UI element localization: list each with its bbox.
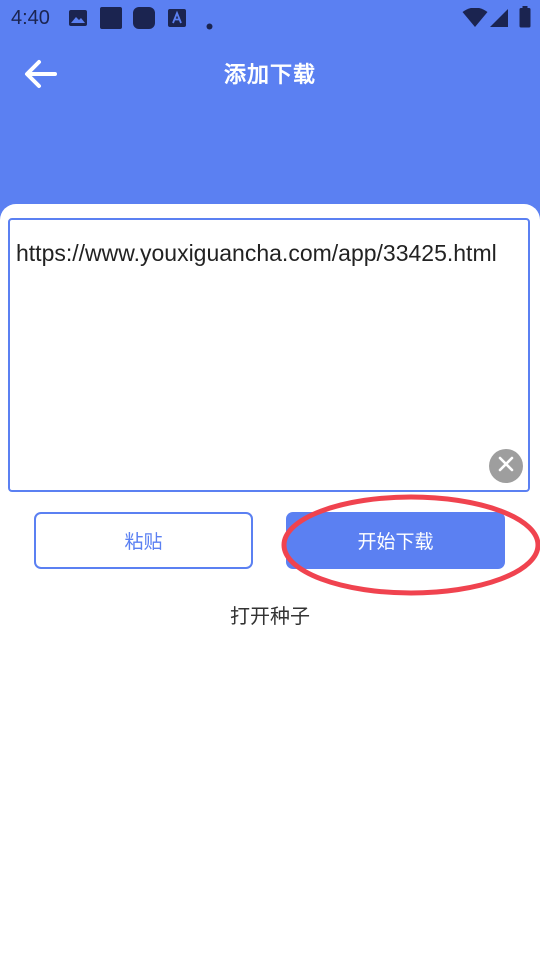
status-bar: 4:40 [0, 0, 540, 36]
cellular-signal-icon [489, 8, 509, 32]
url-input[interactable]: https://www.youxiguancha.com/app/33425.h… [8, 218, 530, 492]
app-square-icon [100, 7, 122, 33]
dot-icon [206, 15, 213, 34]
image-icon [68, 9, 88, 31]
start-download-button[interactable]: 开始下载 [286, 512, 505, 569]
page-title: 添加下载 [223, 63, 316, 88]
paste-button-label: 粘贴 [124, 531, 163, 553]
start-download-label: 开始下载 [357, 531, 434, 553]
status-time: 4:40 [11, 7, 50, 29]
close-circle-icon [498, 456, 514, 476]
wifi-icon [462, 7, 488, 32]
app-rounded-icon [133, 7, 155, 33]
font-a-icon [168, 9, 186, 31]
url-input-value[interactable]: https://www.youxiguancha.com/app/33425.h… [16, 238, 514, 268]
clear-button[interactable] [489, 449, 523, 483]
open-torrent-link[interactable]: 打开种子 [0, 601, 540, 631]
paste-button[interactable]: 粘贴 [34, 512, 253, 569]
battery-icon [519, 6, 531, 32]
